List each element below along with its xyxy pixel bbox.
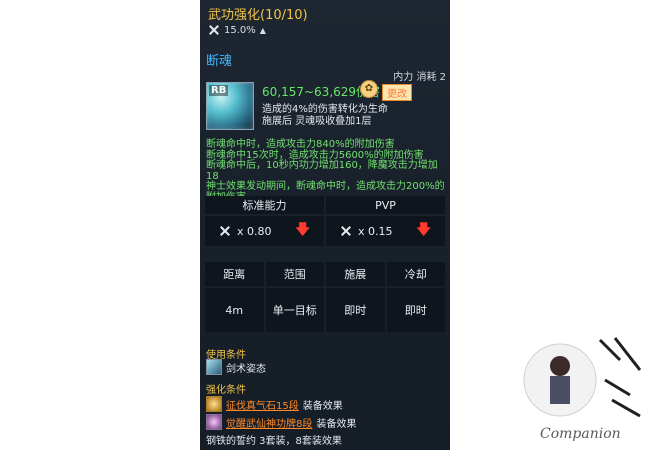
enhance-link[interactable]: 征伐真气石15段 [226, 397, 299, 412]
token-icon [206, 414, 222, 430]
gem-icon [206, 396, 222, 412]
enhance-condition-item: 觉醒武仙神功牌8段 装备效果 [206, 414, 356, 430]
skill-effects: 造成的4%的伤害转化为生命 施展后 灵魂吸收叠加1层 [262, 104, 388, 128]
skill-key-badge: RB [209, 85, 229, 96]
info-range: 单一目标 [265, 288, 324, 332]
skill-cost: 内力 消耗 2 [393, 72, 446, 83]
bonus-effects: 断魂命中时，造成攻击力840%的附加伤害 断魂命中15次时，造成攻击力5600%… [206, 139, 450, 203]
paw-icon: ✿ [360, 80, 378, 98]
standard-multiplier: x 0.80 [237, 224, 272, 238]
standard-multiplier-cell: x 0.80 🡇 [205, 216, 324, 246]
crossed-swords-icon [208, 24, 220, 36]
stats-header-pvp: PVP [326, 196, 445, 214]
skill-icon: RB [206, 82, 254, 130]
pvp-multiplier: x 0.15 [358, 224, 393, 238]
down-arrow-icon: 🡇 [416, 222, 431, 238]
info-header-range: 范围 [265, 262, 324, 286]
use-condition-item: 剑术姿态 [206, 359, 266, 375]
watermark-text: Companion [540, 426, 621, 442]
use-condition-text: 剑术姿态 [226, 363, 266, 375]
effect-line: 施展后 灵魂吸收叠加1层 [262, 116, 372, 127]
set-bonus-text: 钢铁的誓约 3套装，8套装效果 [206, 436, 342, 447]
info-value-row: 4m 单一目标 即时 即时 [205, 288, 445, 332]
info-cooldown: 即时 [386, 288, 445, 332]
enhance-condition-label: 强化条件 [206, 385, 246, 396]
info-header-row: 距离 范围 施展 冷却 [205, 262, 445, 286]
stance-icon [206, 359, 222, 375]
bonus-line: 断魂命中时，造成攻击力840%的附加伤害 [206, 139, 395, 150]
stats-header-row: 标准能力 PVP [205, 196, 445, 214]
info-header-cooldown: 冷却 [386, 262, 445, 286]
enhance-title: 武功强化(10/10) [208, 8, 308, 23]
change-button[interactable]: 更改 [382, 84, 412, 101]
enhance-condition-item: 征伐真气石15段 装备效果 [206, 396, 343, 412]
bonus-line: 神士效果发动期间，断魂命中时，造成攻击力200%的 [206, 181, 445, 192]
skill-name: 断魂 [206, 54, 233, 69]
crossed-swords-icon [219, 225, 231, 237]
info-distance: 4m [205, 288, 264, 332]
pvp-multiplier-cell: x 0.15 🡇 [326, 216, 445, 246]
stat-line: 15.0% ▲ [208, 24, 266, 36]
down-arrow-icon: 🡇 [295, 222, 310, 238]
stat-value: 15.0% [224, 24, 256, 36]
info-cast: 即时 [326, 288, 385, 332]
enhance-suffix: 装备效果 [316, 418, 357, 430]
info-header-distance: 距离 [205, 262, 264, 286]
set-bonus-line: 钢铁的誓约 3套装，8套装效果 [206, 432, 342, 447]
enhance-suffix: 装备效果 [302, 400, 343, 412]
info-header-cast: 施展 [326, 262, 385, 286]
stats-value-row: x 0.80 🡇 x 0.15 🡇 [205, 216, 445, 246]
effect-line: 造成的4%的伤害转化为生命 [262, 104, 388, 115]
enhance-link[interactable]: 觉醒武仙神功牌8段 [226, 415, 312, 430]
stats-header-standard: 标准能力 [205, 196, 324, 214]
pvp-weapon-icon [340, 225, 352, 237]
bonus-line: 断魂命中后，10秒内功力增加160，降魔攻击力增加18 [206, 160, 438, 182]
stat-arrow: ▲ [259, 25, 266, 35]
skill-tooltip-panel: 武功强化(10/10) 15.0% ▲ 断魂 内力 消耗 2 RB 60,157… [200, 0, 450, 450]
